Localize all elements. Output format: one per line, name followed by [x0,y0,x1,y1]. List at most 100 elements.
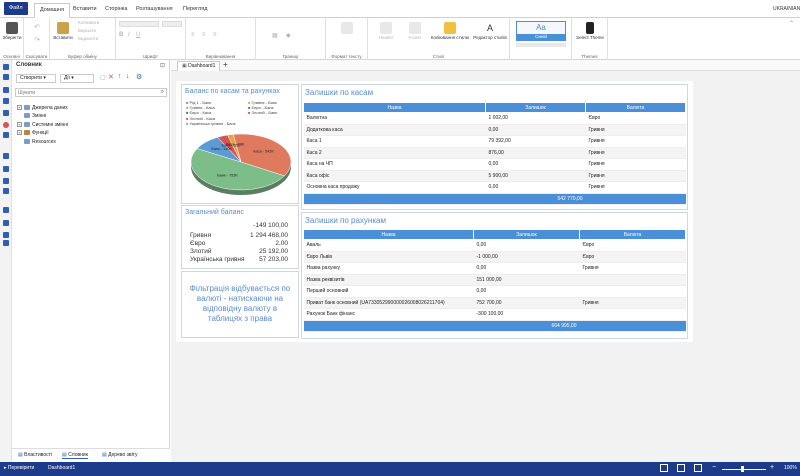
format-text-icon[interactable] [340,22,354,35]
map-icon[interactable] [3,98,9,104]
align-left-icon[interactable]: ≡ [191,32,195,38]
table-cell[interactable]: Каса 1 [303,135,486,148]
text-icon[interactable] [3,166,9,172]
table-cell[interactable]: 0,00 [485,158,586,171]
table-cell[interactable] [579,274,686,286]
table-cell[interactable]: Аваль [303,239,474,252]
search-input[interactable] [18,89,154,96]
indicator-icon[interactable] [3,122,9,128]
cash-table-card[interactable]: Залишки по касам Назва Залишок Валюта Ва… [301,84,688,210]
table-cell[interactable]: Гривня [585,147,686,159]
table-cell[interactable]: Євро [585,112,686,125]
font-name-select[interactable] [119,21,159,27]
table-row[interactable]: Додаткова каса 0,00 Гривня [303,124,686,136]
star-icon[interactable] [3,110,9,116]
table-cell[interactable]: Гривня [579,297,686,309]
table-row[interactable]: Каса на ЧП 0,00 Гривня [303,158,686,171]
image-icon[interactable] [3,153,9,159]
tree-icon[interactable] [3,232,9,238]
table-cell[interactable]: 0,00 [485,181,586,194]
table-cell[interactable]: Гривня [585,170,686,182]
table-row[interactable]: Назва реквізитів 151 000,00 [303,274,686,286]
header-button[interactable]: Header [372,22,400,40]
column-header[interactable]: Назва [303,229,474,240]
table-row[interactable]: Рахунок Банк фінанс -300 100,00 [303,308,686,321]
underline-button[interactable]: U [136,32,140,38]
table-cell[interactable]: Гривня [585,181,686,194]
view-fit-icon[interactable] [694,464,702,472]
fill-color-icon[interactable]: ◆ [286,32,291,39]
column-header[interactable]: Валюта [585,102,686,113]
gauge-icon[interactable] [3,132,9,138]
tree-item-variables[interactable]: Змінні [24,113,46,119]
border-icon[interactable]: ▦ [272,32,278,39]
paste-button[interactable]: Вставити [52,22,74,40]
style-gallery-scroll[interactable] [516,43,566,47]
align-right-icon[interactable]: ≡ [213,32,217,38]
expand-icon[interactable]: + [17,130,22,136]
accounts-table-card[interactable]: Залишки по рахункам Назва Залишок Валюта… [301,212,688,339]
pie-chart[interactable]: Каса - 542KБанк - 753KБанк - 140KБанк - … [186,129,296,199]
arrow-up-icon[interactable]: ↑ [118,73,122,80]
table-cell[interactable]: -300 100,00 [473,308,580,321]
table-cell[interactable]: Каса офіс [303,170,486,182]
table-cell[interactable]: Додаткова каса [303,124,486,136]
collapse-ribbon-icon[interactable]: ⌃ [789,20,794,27]
balance-card[interactable]: Загальний баланс -149 100,00 Гривня 1 294… [181,205,299,269]
delete-icon[interactable]: ✕ [108,73,114,81]
table-cell[interactable] [579,308,686,321]
table-cell[interactable]: Валютна [303,112,486,125]
check-button[interactable]: ▸ Перевірити [4,465,34,471]
arrow-down-icon[interactable]: ↓ [126,73,130,80]
footer-button[interactable]: Footer [402,22,428,40]
zoom-in-icon[interactable]: + [770,464,774,471]
grid-icon[interactable] [3,74,9,80]
chart-icon[interactable] [3,87,9,93]
tab-page[interactable]: Сторінка [100,3,132,18]
current-page-label[interactable]: Dashboard1 [48,465,75,471]
view-normal-icon[interactable] [660,464,668,472]
language-label[interactable]: UKRAINIAN [768,3,800,18]
copy-button[interactable]: Копіювати [78,20,99,25]
table-cell[interactable]: Каса на ЧП [303,158,486,171]
table-cell[interactable]: Євро [579,251,686,263]
table-row[interactable]: Приват банк основний (UA7330529900000260… [303,297,686,309]
bold-button[interactable]: B [119,32,123,38]
align-center-icon[interactable]: ≡ [202,32,206,38]
filter-icon[interactable] [3,207,9,213]
table-cell[interactable]: Каса 2 [303,147,486,159]
format-copy-button[interactable]: Копіювання стилю [428,22,472,40]
style-editor-button[interactable]: A Редактор стилів [472,22,508,40]
table-cell[interactable]: Основна каса продажу [303,181,486,194]
panel-icon[interactable] [3,178,9,184]
settings-icon[interactable]: ⚙ [136,73,142,81]
table-cell[interactable]: Назва реквізитів [303,274,474,286]
italic-button[interactable]: I [128,32,130,38]
tab-report-tree[interactable]: ▤ Дерево звіту [102,452,138,458]
table-cell[interactable]: Гривня [579,262,686,275]
balance-row[interactable]: Українська гривня 57 203,00 [190,256,294,264]
zoom-slider-thumb[interactable] [741,466,744,472]
table-cell[interactable]: 876,00 [485,147,586,159]
zoom-out-icon[interactable]: − [712,464,716,471]
table-cell[interactable]: Рахунок Банк фінанс [303,308,474,321]
table-cell[interactable]: 0,00 [485,124,586,136]
page-icon[interactable] [3,64,9,70]
view-page-icon[interactable] [677,464,685,472]
table-row[interactable]: Каса офіс 5 900,00 Гривня [303,170,686,182]
tree-item-functions[interactable]: + Функції [17,130,49,136]
edit-icon[interactable]: ▢ [100,74,106,81]
zoom-slider[interactable] [722,469,766,470]
column-header[interactable]: Залишок [485,102,586,113]
table-cell[interactable] [579,285,686,298]
tab-insert[interactable]: Вставити [68,3,102,18]
tab-home[interactable]: Домашня [34,3,71,18]
tree-item-resources[interactable]: Resources [24,139,56,145]
search-icon[interactable]: ⌕ [161,89,164,96]
tab-dashboard1[interactable]: ▣ Dashboard1 [177,61,221,71]
table-cell[interactable]: -1 000,00 [473,251,580,263]
shape-icon[interactable] [3,188,9,194]
table-cell[interactable]: 752 700,00 [473,297,580,309]
pie-chart-card[interactable]: Баланс по касам та рахунках ■ Рід 1 - Ба… [181,84,299,204]
delete-button[interactable]: Видалити [78,36,98,41]
